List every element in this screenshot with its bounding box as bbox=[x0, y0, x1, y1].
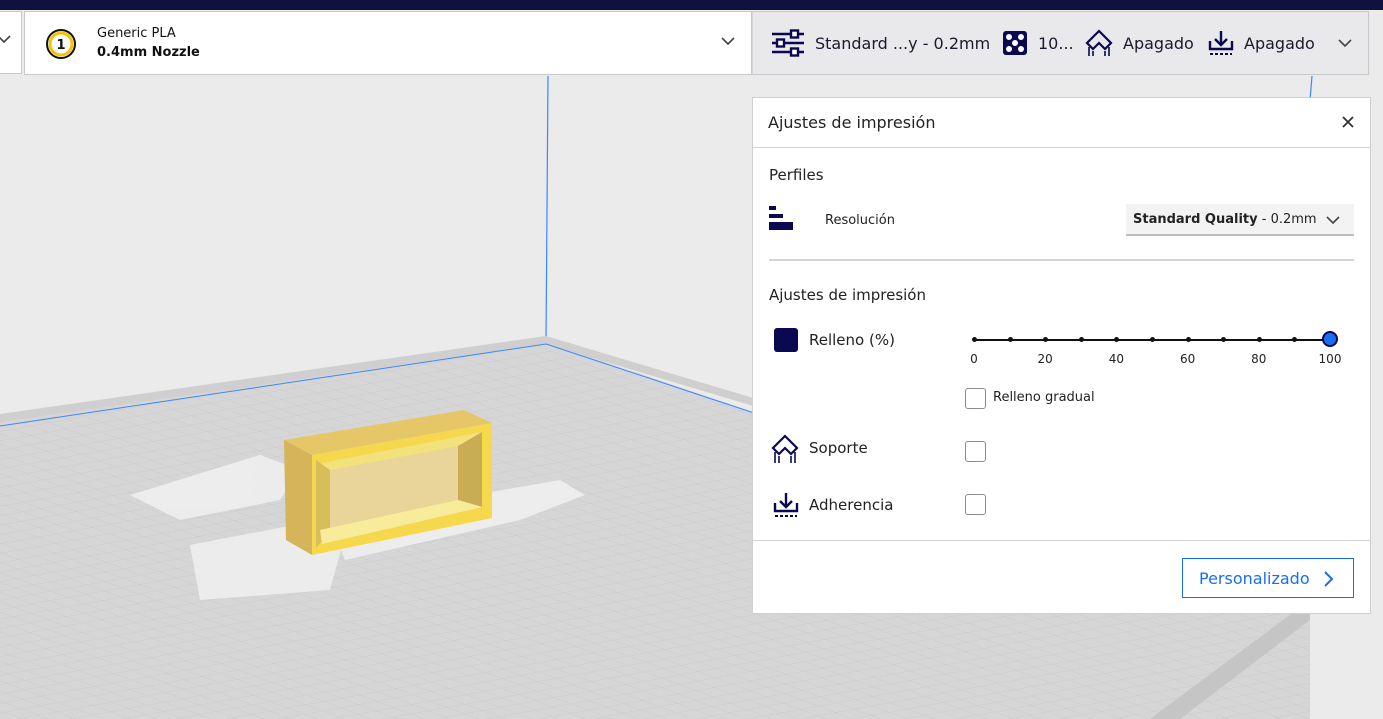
infill-label: Relleno (%) bbox=[809, 331, 895, 349]
print-settings-heading: Ajustes de impresión bbox=[769, 286, 926, 304]
custom-button-label: Personalizado bbox=[1199, 569, 1310, 588]
infill-icon bbox=[774, 328, 798, 352]
support-icon bbox=[771, 434, 799, 463]
top-header-strip bbox=[0, 0, 1383, 10]
profiles-heading: Perfiles bbox=[769, 166, 824, 184]
adhesion-label: Adherencia bbox=[809, 496, 894, 514]
print-settings-summary[interactable]: Standard ...y - 0.2mm 10... Apagado Apag… bbox=[752, 11, 1369, 75]
slider-tick bbox=[1150, 337, 1155, 342]
summary-infill[interactable]: 10... bbox=[1002, 12, 1074, 74]
gradual-infill-checkbox[interactable] bbox=[965, 388, 986, 409]
material-name: Generic PLA bbox=[97, 26, 176, 41]
chevron-down-icon bbox=[721, 37, 735, 46]
nozzle-size: 0.4mm Nozzle bbox=[97, 45, 200, 60]
adhesion-icon bbox=[773, 493, 799, 517]
infill-icon bbox=[1003, 31, 1027, 55]
extruder-icon: 1 bbox=[46, 29, 76, 59]
resolution-select[interactable]: Standard Quality - 0.2mm bbox=[1126, 204, 1354, 236]
summary-profile[interactable]: Standard ...y - 0.2mm bbox=[771, 12, 990, 74]
slider-tick bbox=[972, 337, 977, 342]
slider-tick bbox=[1043, 337, 1049, 342]
summary-support[interactable]: Apagado bbox=[1085, 12, 1194, 74]
print-settings-panel: Ajustes de impresión Perfiles Resolución… bbox=[752, 97, 1371, 614]
slider-tick bbox=[1292, 337, 1298, 342]
slider-tick bbox=[1185, 337, 1191, 342]
gradual-infill-label: Relleno gradual bbox=[993, 390, 1095, 405]
slider-tick-label: 80 bbox=[1251, 352, 1267, 366]
support-icon bbox=[1085, 29, 1113, 56]
printer-selector-segment[interactable] bbox=[0, 11, 22, 74]
chevron-right-icon bbox=[1324, 571, 1333, 587]
slider-tick-label: 40 bbox=[1108, 352, 1125, 366]
chevron-down-icon[interactable] bbox=[1338, 38, 1352, 48]
slider-tick-label: 0 bbox=[970, 352, 978, 366]
support-checkbox[interactable] bbox=[965, 441, 986, 462]
summary-adhesion-text: Apagado bbox=[1244, 33, 1315, 53]
slider-tick-label: 20 bbox=[1037, 352, 1053, 366]
resolution-value-name: Standard Quality bbox=[1133, 212, 1258, 227]
summary-support-text: Apagado bbox=[1123, 33, 1194, 53]
sliders-icon bbox=[772, 29, 804, 57]
slider-handle[interactable] bbox=[1322, 331, 1338, 347]
summary-profile-text: Standard ...y - 0.2mm bbox=[815, 33, 991, 53]
summary-infill-text: 10... bbox=[1038, 33, 1074, 53]
summary-adhesion[interactable]: Apagado bbox=[1208, 12, 1315, 74]
support-label: Soporte bbox=[809, 439, 868, 457]
slider-tick-label: 100 bbox=[1318, 352, 1342, 366]
footer-divider bbox=[753, 540, 1370, 541]
resolution-value-layer: - 0.2mm bbox=[1257, 212, 1317, 227]
slider-tick-label: 60 bbox=[1179, 352, 1196, 366]
slider-tick bbox=[1114, 337, 1120, 342]
slider-tick bbox=[1007, 337, 1013, 342]
adhesion-icon bbox=[1208, 31, 1234, 55]
section-divider bbox=[769, 259, 1354, 261]
slider-tick bbox=[1078, 337, 1084, 342]
chevron-down-icon bbox=[1326, 216, 1340, 225]
resolution-icon bbox=[769, 206, 793, 230]
custom-settings-button[interactable]: Personalizado bbox=[1182, 558, 1354, 598]
adhesion-checkbox[interactable] bbox=[965, 494, 986, 515]
chevron-down-icon bbox=[0, 35, 11, 44]
resolution-label: Resolución bbox=[825, 213, 895, 228]
slider-tick bbox=[1221, 337, 1227, 342]
close-icon[interactable] bbox=[1340, 114, 1356, 130]
material-selector[interactable]: 1 Generic PLA 0.4mm Nozzle bbox=[24, 11, 752, 75]
extruder-number: 1 bbox=[56, 38, 65, 53]
infill-slider[interactable]: 0 20 40 60 80 100 bbox=[970, 330, 1341, 370]
panel-title: Ajustes de impresión bbox=[768, 113, 936, 132]
slider-tick bbox=[1256, 337, 1262, 342]
panel-header: Ajustes de impresión bbox=[753, 98, 1370, 148]
